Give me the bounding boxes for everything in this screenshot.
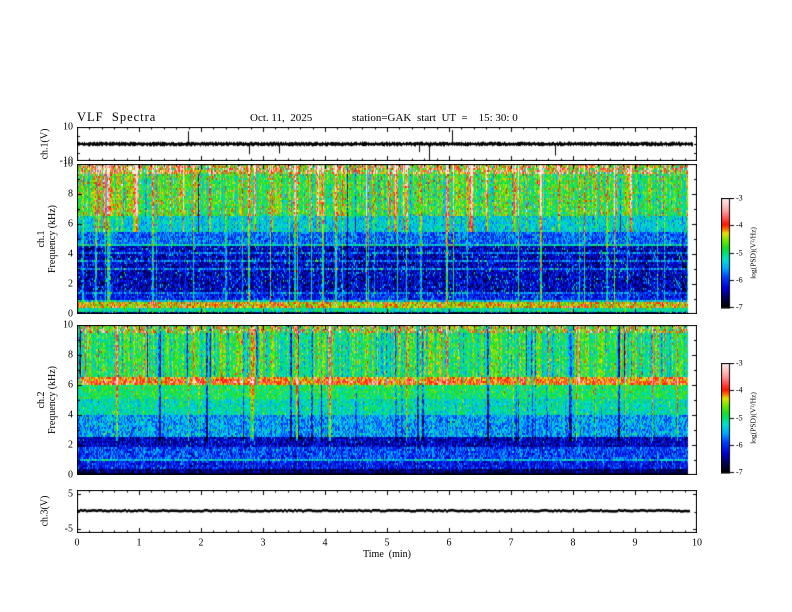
x-tick-label: 2 <box>198 537 204 549</box>
ch2-spectrogram-ytick: 2 <box>68 439 73 451</box>
plot-title: VLF Spectra <box>77 110 157 124</box>
x-tick-label: 3 <box>260 537 266 549</box>
ch2-spectrogram-ylabel-line1: ch.2 <box>36 391 47 409</box>
plot-station: station=GAK <box>352 112 412 124</box>
ch2-spectrogram-ytick: 10 <box>63 319 73 331</box>
ch2-spectrogram-ylabel-line2: Frequency (kHz) <box>47 365 58 435</box>
ch1-spectrogram-ytick: 10 <box>63 158 73 170</box>
colorbar-tick-label: -5 <box>736 413 743 422</box>
ch1-spectrogram-ytick: 8 <box>68 188 73 200</box>
ch1-spectrogram-ytick: 0 <box>68 308 73 320</box>
x-tick-label: 5 <box>384 537 390 549</box>
ch1-spectrogram-ylabel-line1: ch.1 <box>36 230 47 248</box>
x-tick-label: 4 <box>322 537 328 549</box>
ch2-spectrogram-ytick: 0 <box>68 469 73 481</box>
colorbar-ch1-label: log(PSD)(V²/Hz) <box>748 227 758 279</box>
ch1-spectrogram-canvas <box>77 164 697 314</box>
ch2-spectrogram-ytick: 6 <box>68 379 73 391</box>
ch3-ytick: -5 <box>64 523 73 535</box>
x-axis-label: Time (min) <box>363 549 411 560</box>
colorbar-tick-label: -3 <box>736 358 743 368</box>
plot-start-ut: start UT = 15: 30: 0 <box>417 112 518 124</box>
colorbar-ch2-label: log(PSD)(V²/Hz) <box>748 392 758 444</box>
ch3-ytick: 5 <box>68 488 73 500</box>
ch3-level-canvas <box>77 490 697 533</box>
ch2-spectrogram-ylabel: ch.2 Frequency (kHz) <box>36 366 58 434</box>
x-tick-label: 10 <box>692 537 702 549</box>
ch2-spectrogram-ytick: 8 <box>68 349 73 361</box>
colorbar-ch1-canvas <box>721 198 735 309</box>
ch2-spectrogram-panel <box>77 325 697 475</box>
ch1-waveform-ylabel: ch.1(V) <box>39 128 51 160</box>
ch2-spectrogram-ytick: 4 <box>68 409 73 421</box>
colorbar-tick-label: -4 <box>736 220 743 230</box>
x-tick-label: 0 <box>74 537 80 549</box>
colorbar-tick-label: -6 <box>736 440 743 450</box>
x-tick-label: 7 <box>508 537 514 549</box>
colorbar-tick-label: -4 <box>736 385 743 395</box>
ch1-waveform-ytick: 10 <box>63 121 73 133</box>
x-tick-label: 9 <box>632 537 638 549</box>
x-tick-label: 8 <box>570 537 576 549</box>
colorbar-tick-label: -6 <box>736 275 743 285</box>
colorbar-ch2 <box>721 363 735 474</box>
colorbar-tick-label: -7 <box>736 302 743 312</box>
ch3-level-panel <box>77 490 697 533</box>
ch1-spectrogram-ytick: 6 <box>68 218 73 230</box>
colorbar-tick-label: -7 <box>736 467 743 477</box>
ch1-spectrogram-ytick: 2 <box>68 278 73 290</box>
colorbar-tick-label: -5 <box>736 248 743 257</box>
colorbar-ch1 <box>721 198 735 309</box>
ch1-spectrogram-ytick: 4 <box>68 248 73 260</box>
vlf-spectra-figure: VLF Spectra Oct. 11, 2025 station=GAK st… <box>0 0 792 612</box>
x-tick-label: 1 <box>136 537 142 549</box>
plot-date: Oct. 11, 2025 <box>250 112 313 124</box>
x-tick-label: 6 <box>446 537 452 549</box>
colorbar-tick-label: -3 <box>736 193 743 203</box>
ch1-spectrogram-ylabel-line2: Frequency (kHz) <box>47 204 58 274</box>
ch1-spectrogram-ylabel: ch.1 Frequency (kHz) <box>36 205 58 273</box>
ch1-waveform-panel <box>77 127 697 161</box>
ch2-spectrogram-canvas <box>77 325 697 475</box>
ch3-level-ylabel: ch.3(V) <box>39 495 51 527</box>
colorbar-ch2-canvas <box>721 363 735 474</box>
ch1-spectrogram-panel <box>77 164 697 314</box>
ch1-waveform-canvas <box>77 127 697 161</box>
